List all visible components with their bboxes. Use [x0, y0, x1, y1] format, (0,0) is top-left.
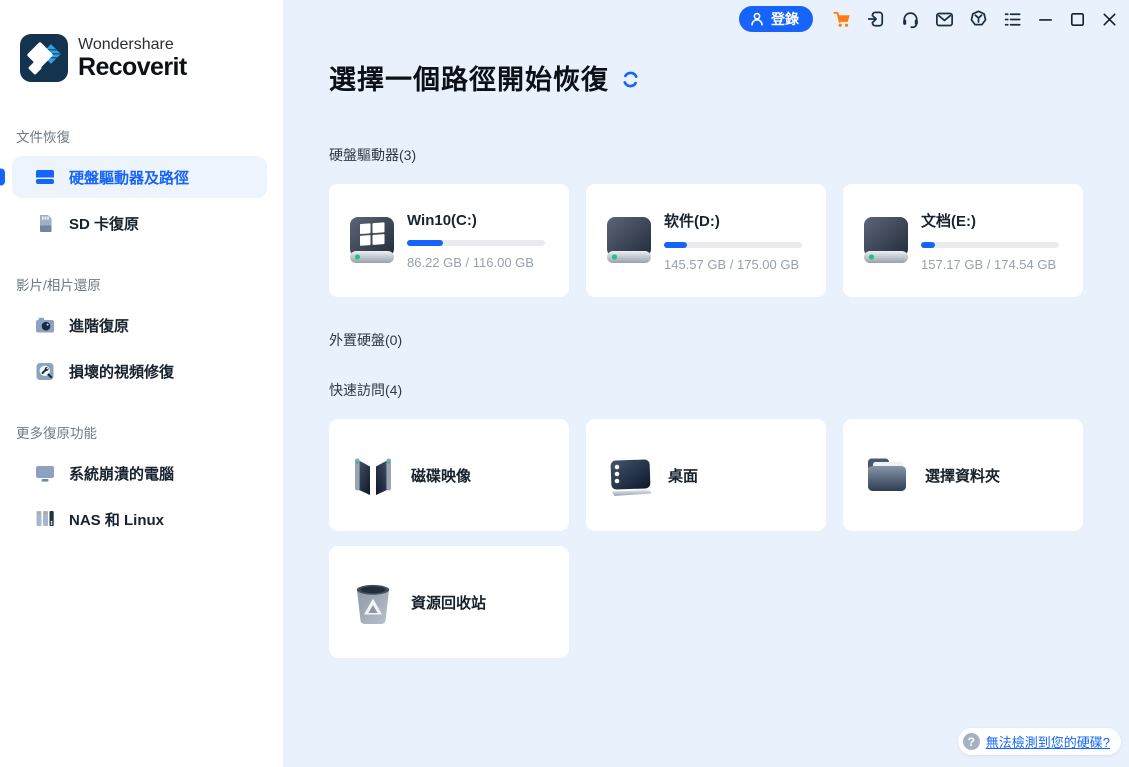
- signin-icon[interactable]: [866, 9, 887, 30]
- drive-card-c[interactable]: Win10(C:) 86.22 GB / 116.00 GB: [329, 184, 569, 297]
- section-header-external: 外置硬盤(0): [329, 330, 1129, 350]
- capacity-progress-bar: [407, 240, 545, 246]
- package-icon[interactable]: [968, 9, 989, 30]
- select-folder-icon: [863, 451, 911, 499]
- hard-drive-device-icon: [604, 215, 654, 267]
- brand-product: Recoverit: [78, 54, 187, 80]
- drive-not-detected-link[interactable]: 無法檢測到您的硬碟?: [986, 732, 1110, 751]
- drive-card-d[interactable]: 软件(D:) 145.57 GB / 175.00 GB: [586, 184, 826, 297]
- capacity-progress-bar: [664, 242, 802, 248]
- menu-list-icon[interactable]: [1002, 9, 1023, 30]
- login-label: 登錄: [771, 9, 799, 29]
- quick-card-select-folder[interactable]: 選擇資料夾: [843, 419, 1083, 531]
- cart-icon[interactable]: [832, 9, 853, 30]
- windows-drive-icon: [347, 215, 397, 267]
- drive-card-row: Win10(C:) 86.22 GB / 116.00 GB 软件(D:): [329, 184, 1129, 297]
- sidebar-item-nas-linux[interactable]: NAS 和 Linux: [12, 498, 267, 540]
- sidebar-item-label: 系統崩潰的電腦: [69, 463, 174, 484]
- sidebar-item-label: 進階復原: [69, 315, 129, 336]
- drive-name: 软件(D:): [664, 210, 802, 231]
- nav-section-photo-video: 影片/相片還原: [16, 274, 283, 294]
- sidebar-item-label: 損壞的視頻修復: [69, 361, 174, 382]
- camera-icon: [34, 314, 56, 336]
- sidebar-item-crashed-computer[interactable]: 系統崩潰的電腦: [12, 452, 267, 494]
- drive-info: 软件(D:) 145.57 GB / 175.00 GB: [664, 210, 802, 272]
- desktop-icon: [606, 451, 654, 499]
- quick-access-row-1: 磁碟映像 桌面 選擇資料夾: [329, 419, 1129, 531]
- sidebar-item-label: 硬盤驅動器及路徑: [69, 167, 189, 188]
- sidebar: Wondershare Recoverit 文件恢復 硬盤驅動器及路徑 SD 卡…: [0, 0, 283, 767]
- quick-card-label: 磁碟映像: [411, 465, 471, 486]
- sidebar-item-video-repair[interactable]: 損壞的視頻修復: [12, 350, 267, 392]
- sidebar-item-sd-card[interactable]: SD 卡復原: [12, 202, 267, 244]
- recycle-bin-icon: [349, 578, 397, 626]
- maximize-icon[interactable]: [1068, 10, 1087, 29]
- nas-server-icon: [34, 508, 56, 530]
- recoverit-window: Wondershare Recoverit 文件恢復 硬盤驅動器及路徑 SD 卡…: [0, 0, 1129, 767]
- sidebar-item-label: SD 卡復原: [69, 213, 139, 234]
- quick-card-disk-image[interactable]: 磁碟映像: [329, 419, 569, 531]
- quick-card-label: 選擇資料夾: [925, 465, 1000, 486]
- crashed-computer-icon: [34, 462, 56, 484]
- active-indicator: [0, 169, 5, 186]
- brand-company: Wondershare: [78, 36, 187, 54]
- quick-access-row-2: 資源回收站: [329, 546, 1129, 658]
- disk-image-icon: [349, 451, 397, 499]
- app-logo: Wondershare Recoverit: [20, 34, 283, 82]
- main-panel: 登錄: [283, 0, 1129, 767]
- login-button[interactable]: 登錄: [739, 6, 813, 32]
- sd-card-icon: [34, 212, 56, 234]
- support-headset-icon[interactable]: [900, 9, 921, 30]
- drive-info: Win10(C:) 86.22 GB / 116.00 GB: [407, 212, 545, 270]
- capacity-progress-fill: [407, 240, 443, 246]
- quick-card-desktop[interactable]: 桌面: [586, 419, 826, 531]
- quick-card-label: 資源回收站: [411, 592, 486, 613]
- page-title: 選擇一個路徑開始恢復: [329, 58, 609, 97]
- question-icon: ?: [963, 733, 980, 750]
- minimize-icon[interactable]: [1036, 10, 1055, 29]
- nav-section-more-recovery: 更多復原功能: [16, 422, 283, 442]
- video-repair-icon: [34, 360, 56, 382]
- logo-text: Wondershare Recoverit: [78, 36, 187, 81]
- drive-name: 文档(E:): [921, 210, 1059, 231]
- capacity-progress-bar: [921, 242, 1059, 248]
- sidebar-item-label: NAS 和 Linux: [69, 509, 164, 530]
- hard-drive-device-icon: [861, 215, 911, 267]
- hard-drive-icon: [34, 166, 56, 188]
- drive-capacity: 86.22 GB / 116.00 GB: [407, 255, 545, 270]
- drive-card-e[interactable]: 文档(E:) 157.17 GB / 174.54 GB: [843, 184, 1083, 297]
- drive-capacity: 145.57 GB / 175.00 GB: [664, 257, 802, 272]
- section-header-hdd: 硬盤驅動器(3): [329, 145, 1129, 165]
- mail-icon[interactable]: [934, 9, 955, 30]
- recoverit-diamond-logo: [20, 34, 68, 82]
- drive-info: 文档(E:) 157.17 GB / 174.54 GB: [921, 210, 1059, 272]
- refresh-icon[interactable]: [621, 70, 640, 89]
- capacity-progress-fill: [664, 242, 687, 248]
- user-icon: [749, 11, 765, 27]
- drive-name: Win10(C:): [407, 212, 545, 229]
- capacity-progress-fill: [921, 242, 935, 248]
- section-header-quick-access: 快速訪問(4): [329, 380, 1129, 400]
- sidebar-item-hdd-and-path[interactable]: 硬盤驅動器及路徑: [12, 156, 267, 198]
- close-icon[interactable]: [1100, 10, 1119, 29]
- quick-card-recycle-bin[interactable]: 資源回收站: [329, 546, 569, 658]
- nav-section-file-recovery: 文件恢復: [16, 126, 283, 146]
- drive-capacity: 157.17 GB / 174.54 GB: [921, 257, 1059, 272]
- sidebar-item-advanced-recovery[interactable]: 進階復原: [12, 304, 267, 346]
- quick-card-label: 桌面: [668, 465, 698, 486]
- titlebar: 登錄: [739, 6, 1119, 32]
- help-pill: ? 無法檢測到您的硬碟?: [958, 728, 1121, 755]
